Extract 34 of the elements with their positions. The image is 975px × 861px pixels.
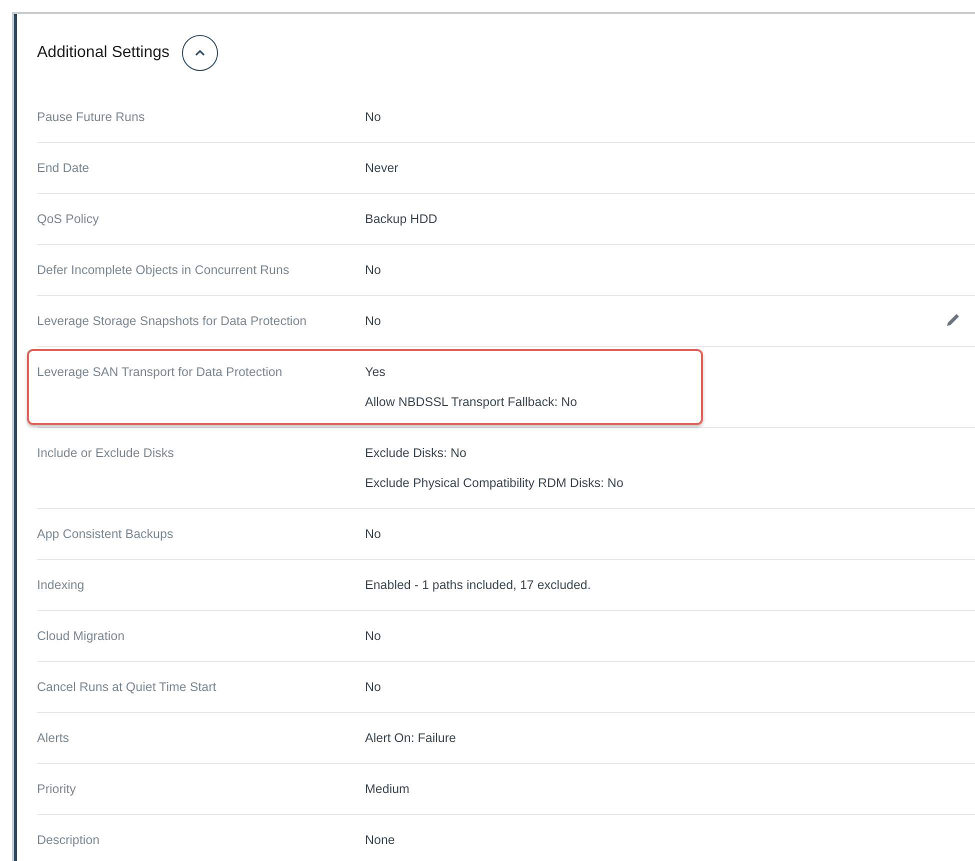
- setting-label: QoS Policy: [37, 211, 100, 228]
- setting-value: No: [365, 526, 381, 543]
- setting-value: No: [365, 109, 381, 126]
- setting-label: End Date: [37, 160, 90, 177]
- setting-value: No: [365, 628, 381, 645]
- setting-value: No: [365, 262, 381, 279]
- setting-value: Exclude Physical Compatibility RDM Disks: No: [365, 475, 624, 492]
- setting-value: Enabled - 1 paths included, 17 excluded.: [365, 577, 591, 594]
- setting-label: Cancel Runs at Quiet Time Start: [37, 679, 218, 696]
- collapse-button[interactable]: [182, 35, 218, 71]
- setting-label: Defer Incomplete Objects in Concurrent Runs: [37, 262, 290, 279]
- setting-label: Priority: [37, 781, 77, 798]
- setting-value: No: [365, 313, 381, 330]
- pencil-icon[interactable]: [945, 312, 961, 328]
- section-title: Additional Settings: [37, 44, 170, 62]
- setting-value: Allow NBDSSL Transport Fallback: No: [365, 394, 578, 411]
- setting-value: Exclude Disks: No: [365, 445, 466, 462]
- setting-value: Backup HDD: [365, 211, 438, 228]
- setting-label: Description: [37, 832, 101, 849]
- setting-label: Alerts: [37, 730, 70, 747]
- setting-value: Alert On: Failure: [365, 730, 456, 747]
- setting-value: No: [365, 679, 381, 696]
- setting-label: Cloud Migration: [37, 628, 126, 645]
- chevron-icon: [194, 49, 206, 57]
- setting-label: Include or Exclude Disks: [37, 445, 175, 462]
- setting-value: Never: [365, 160, 398, 177]
- setting-label: Leverage SAN Transport for Data Protection: [37, 364, 284, 381]
- setting-label: Pause Future Runs: [37, 109, 146, 126]
- setting-label: Leverage Storage Snapshots for Data Protection: [37, 313, 308, 330]
- setting-label: Indexing: [37, 577, 86, 594]
- setting-value: Yes: [365, 364, 386, 381]
- setting-label: App Consistent Backups: [37, 526, 174, 543]
- setting-value: None: [365, 832, 395, 849]
- setting-value: Medium: [365, 781, 410, 798]
